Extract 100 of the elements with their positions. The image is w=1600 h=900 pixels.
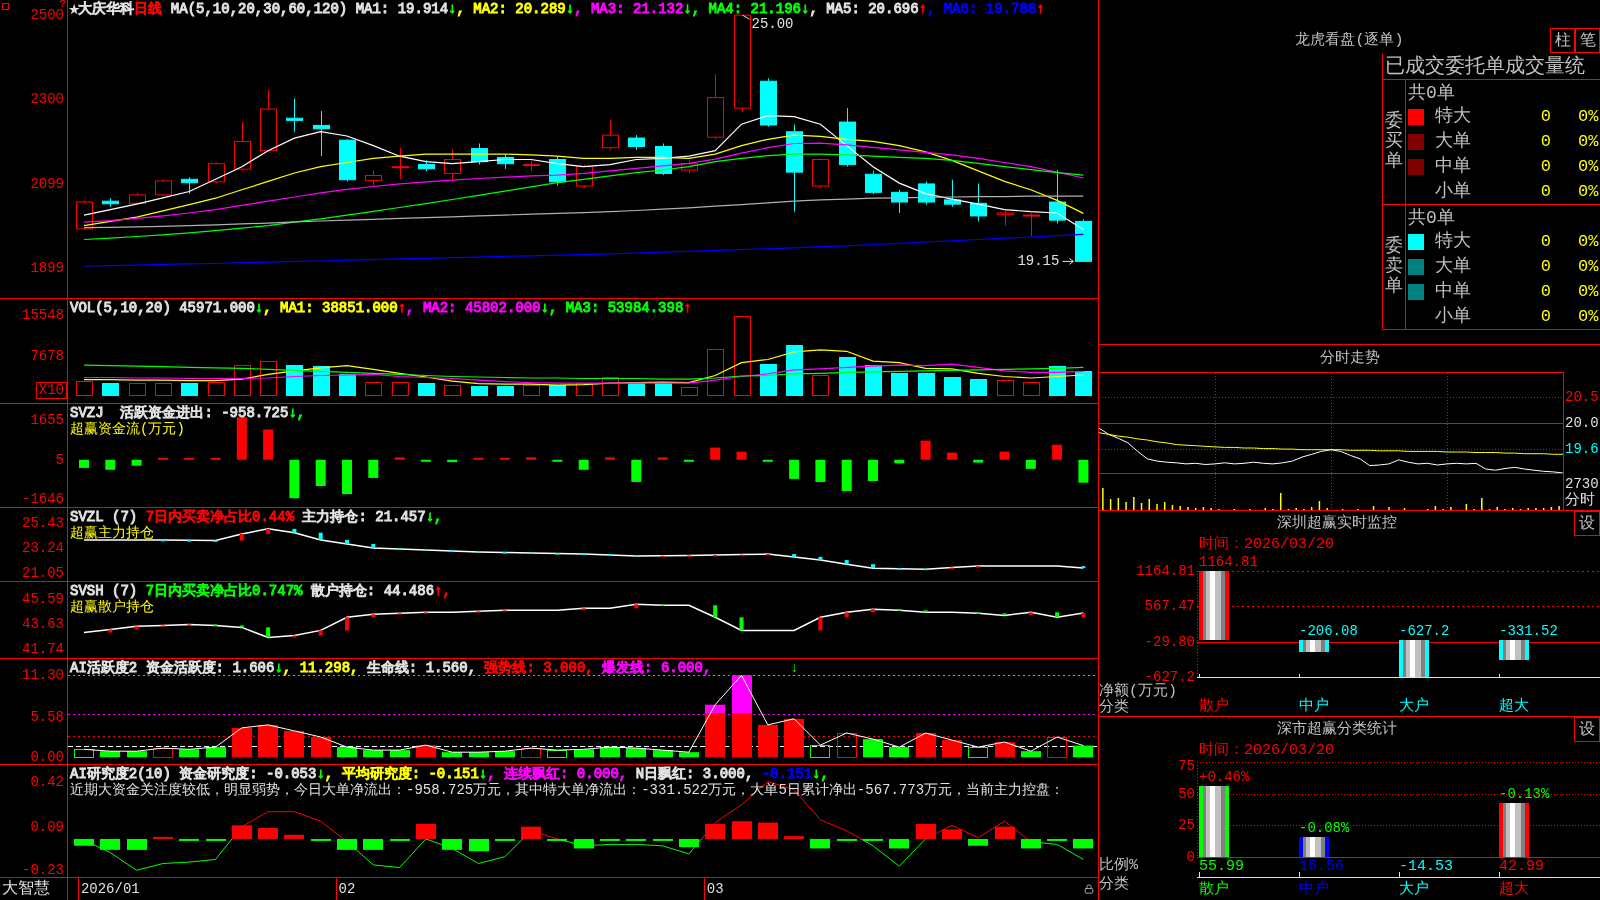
question-mark[interactable]: ? xyxy=(59,0,66,8)
change-label: -0.13% xyxy=(1499,786,1550,801)
order-percent: 0% xyxy=(1578,107,1599,127)
axis-label: -627.2 xyxy=(1144,670,1195,684)
order-size-label: 大单 xyxy=(1435,256,1471,277)
axis-title: 净额(万元) xyxy=(1099,684,1177,699)
ratio-value: 42.99 xyxy=(1499,859,1544,874)
axis-title: 分类 xyxy=(1099,877,1129,893)
side-label: 委卖单 xyxy=(1385,237,1403,297)
axis-label: 1899 xyxy=(30,261,64,276)
chart-legend: VOL(5,10,20) 45971.000↓, MA1: 38851.000↑, MA2: 45802.000↓, MA3: 53984.398↑ xyxy=(70,300,692,316)
section-title: 深市超赢分类统计 xyxy=(1276,721,1397,739)
order-percent: 0% xyxy=(1578,132,1599,152)
ratio-value: 55.99 xyxy=(1199,859,1244,874)
category-label: 超大 xyxy=(1499,882,1529,898)
settings-button[interactable]: 设 xyxy=(1574,511,1600,536)
chart-legend: SVZL (7) 7日内买卖净占比0.44% 主力持仓: 21.457↓, xyxy=(70,509,443,525)
candlestick xyxy=(181,176,198,195)
order-count: 0 xyxy=(1540,232,1551,253)
axis-title: 比例% xyxy=(1099,858,1138,874)
axis-label: 19.6 xyxy=(1565,441,1599,456)
candlestick xyxy=(865,170,882,195)
settings-button[interactable]: 设 xyxy=(1574,717,1600,742)
category-label: 散户 xyxy=(1199,699,1229,715)
value-label: -331.52 xyxy=(1499,623,1558,638)
chart-caption: 超赢资金流(万元) xyxy=(70,421,185,437)
price-annotation: 25.00 xyxy=(742,14,794,32)
category-label: 中户 xyxy=(1299,882,1329,898)
axis-label: 7678 xyxy=(30,348,64,363)
volume-label: 分时 xyxy=(1565,493,1595,509)
category-label: 大户 xyxy=(1399,882,1429,898)
axis-label: 43.63 xyxy=(22,617,64,632)
date-label: 03 xyxy=(706,881,724,897)
chart-legend: AI研究度2(10) 资金研究度: -0.053↓, 平均研究度: -0.151↓, 连续飘红: 0.000, N日飘红: 3.000, -0.151↓, xyxy=(70,766,829,782)
ratio-value: 15.56 xyxy=(1299,859,1344,874)
candlestick xyxy=(260,89,277,153)
axis-label: 2300 xyxy=(30,92,64,107)
order-percent: 0% xyxy=(1578,257,1599,277)
category-label: 大户 xyxy=(1399,699,1429,715)
axis-label: 20.0 xyxy=(1565,416,1599,430)
candlestick xyxy=(76,199,93,231)
lock-icon xyxy=(1084,884,1094,894)
order-size-label: 大单 xyxy=(1435,131,1471,152)
side-label: 委买单 xyxy=(1385,112,1403,172)
mode-button[interactable]: 笔 xyxy=(1575,28,1600,53)
value-label: -206.08 xyxy=(1299,623,1358,638)
category-label: 中户 xyxy=(1299,699,1329,715)
price-annotation: 19.15 xyxy=(1017,253,1074,270)
signal-arrow: ↓ xyxy=(789,659,799,676)
axis-label: 0.42 xyxy=(30,774,64,789)
axis-label: 0.09 xyxy=(30,819,64,834)
candlestick xyxy=(444,149,461,180)
date-label: 02 xyxy=(338,881,356,897)
candlestick xyxy=(392,147,409,180)
order-size-label: 小单 xyxy=(1435,305,1471,326)
candlestick xyxy=(234,121,251,172)
panel-title: 龙虎看盘(逐单) xyxy=(1295,32,1404,50)
candlestick xyxy=(129,192,146,206)
candlestick xyxy=(1075,218,1092,262)
axis-label: 20.5 xyxy=(1565,390,1599,405)
axis-label: 75 xyxy=(1178,759,1195,773)
value-label: 1164.81 xyxy=(1199,555,1258,569)
ratio-value: -14.53 xyxy=(1399,859,1453,874)
candlestick xyxy=(286,98,303,133)
axis-label: 5 xyxy=(55,452,64,467)
candlestick xyxy=(418,159,435,172)
order-size-label: 特大 xyxy=(1435,106,1471,127)
candlestick xyxy=(1049,169,1066,224)
order-percent: 0% xyxy=(1578,181,1599,201)
time-label: 时间：2026/03/20 xyxy=(1199,743,1334,759)
mode-button[interactable]: 柱 xyxy=(1550,28,1575,53)
order-count: 0 xyxy=(1540,156,1551,177)
value-label: -627.2 xyxy=(1399,623,1450,638)
order-percent: 0% xyxy=(1578,232,1599,252)
candlestick xyxy=(313,110,330,157)
order-count: 0 xyxy=(1540,306,1551,327)
axis-label: 45.59 xyxy=(22,591,64,606)
axis-label: -0.23 xyxy=(22,863,64,877)
candlestick xyxy=(997,208,1014,227)
chart-caption: 超赢主力持仓 xyxy=(70,525,154,541)
brand-name: 大智慧 xyxy=(2,880,50,898)
axis-label: -29.80 xyxy=(1144,634,1195,649)
order-count: 0 xyxy=(1540,107,1551,128)
candlestick xyxy=(707,73,724,140)
candlestick xyxy=(891,189,908,214)
change-label: -0.08% xyxy=(1299,821,1350,836)
square-icon xyxy=(2,3,9,10)
axis-label: 11.30 xyxy=(22,668,64,683)
order-total: 共0单 xyxy=(1408,207,1455,228)
candlestick xyxy=(681,159,698,174)
order-count: 0 xyxy=(1540,257,1551,278)
candlestick xyxy=(602,119,619,151)
order-size-label: 特大 xyxy=(1435,231,1471,252)
axis-label: 567.47 xyxy=(1144,599,1195,614)
order-count: 0 xyxy=(1540,132,1551,153)
candlestick xyxy=(1023,212,1040,237)
axis-label: 1164.81 xyxy=(1136,564,1195,578)
chart-legend: SVSH (7) 7日内买卖净占比0.747% 散户持仓: 44.486↑, xyxy=(70,583,451,599)
candlestick xyxy=(549,155,566,187)
date-label: 2026/01 xyxy=(80,881,140,897)
